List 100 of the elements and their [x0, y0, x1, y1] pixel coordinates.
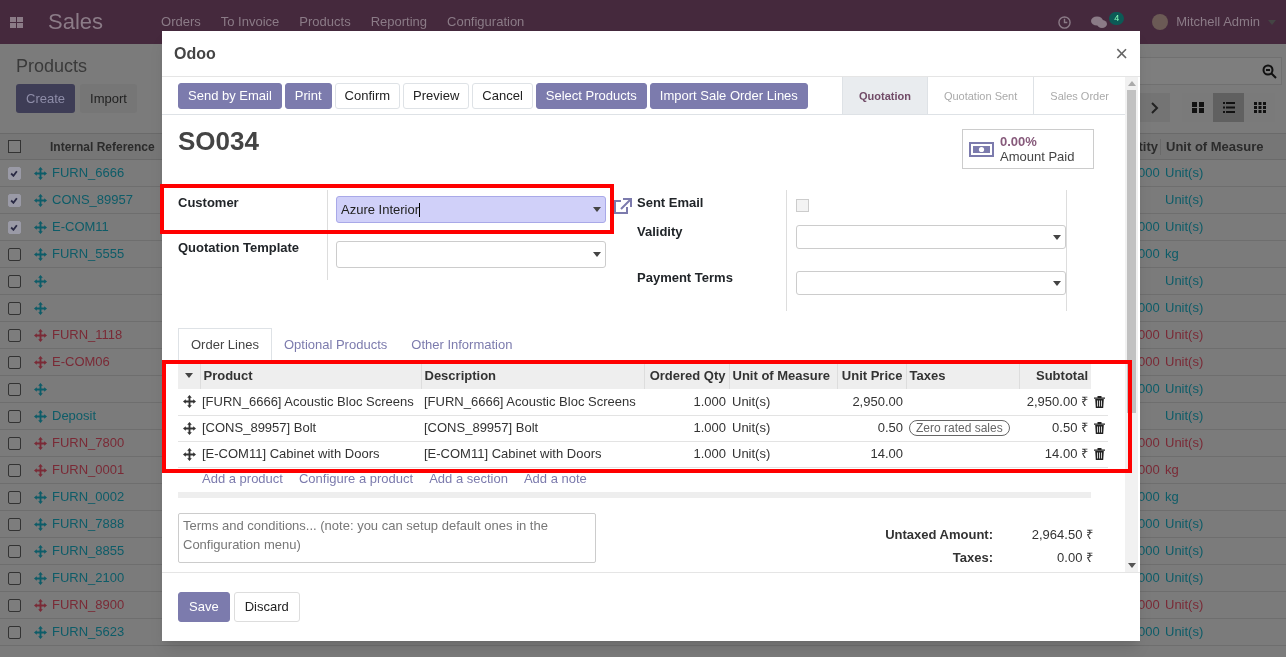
row-checkbox[interactable]	[7, 355, 21, 369]
column-header[interactable]: tity	[1138, 138, 1160, 155]
move-handle-icon[interactable]	[33, 544, 47, 558]
move-handle-icon[interactable]	[33, 625, 47, 639]
action-button[interactable]: Print	[284, 82, 332, 109]
move-handle-icon[interactable]	[33, 247, 47, 261]
user-name[interactable]: Mitchell Admin	[1176, 14, 1260, 30]
row-checkbox[interactable]	[7, 301, 21, 315]
avatar[interactable]	[1152, 14, 1169, 30]
row-checkbox[interactable]	[7, 625, 21, 639]
move-handle-icon[interactable]	[33, 463, 47, 477]
close-button[interactable]: ×	[1115, 42, 1128, 65]
move-handle-icon[interactable]	[33, 328, 47, 342]
chat-icon[interactable]	[1091, 15, 1108, 29]
add-line-link[interactable]: Add a section	[429, 470, 508, 487]
dropdown-field[interactable]	[796, 271, 1066, 295]
add-line-link[interactable]: Configure a product	[298, 470, 414, 487]
move-handle-icon[interactable]	[182, 395, 196, 409]
select-all-checkbox[interactable]	[7, 140, 21, 153]
external-link-icon[interactable]	[613, 198, 632, 215]
trash-icon[interactable]	[1094, 448, 1105, 460]
tab[interactable]: Optional Products	[271, 328, 400, 362]
move-handle-icon[interactable]	[33, 436, 47, 450]
move-handle-icon[interactable]	[33, 490, 47, 504]
menu-link[interactable]: Configuration	[447, 14, 525, 30]
action-button[interactable]: Send by Email	[178, 82, 282, 109]
scrollbar[interactable]	[1125, 77, 1138, 572]
sent-email-checkbox[interactable]	[796, 199, 809, 212]
column-header[interactable]: Taxes	[906, 362, 1019, 389]
row-checkbox[interactable]	[7, 598, 21, 612]
app-title: Sales	[48, 14, 104, 30]
row-checkbox[interactable]	[7, 247, 21, 261]
action-button[interactable]: Preview	[403, 82, 470, 109]
tab[interactable]: Other Information	[399, 328, 525, 362]
dropdown-field[interactable]: Azure Interior	[336, 196, 606, 223]
row-checkbox[interactable]	[7, 382, 21, 396]
menu-link[interactable]: Products	[299, 14, 351, 30]
status-stage[interactable]: Quotation	[841, 77, 927, 114]
row-checkbox[interactable]	[7, 220, 21, 234]
move-handle-icon[interactable]	[33, 301, 47, 315]
move-handle-icon[interactable]	[33, 598, 47, 612]
column-header[interactable]: Product	[200, 362, 421, 389]
move-handle-icon[interactable]	[182, 447, 196, 461]
scroll-up-icon[interactable]	[1127, 81, 1136, 86]
move-handle-icon[interactable]	[33, 382, 47, 396]
save-button[interactable]: Save	[178, 592, 230, 622]
action-button[interactable]: Import Sale Order Lines	[649, 82, 808, 109]
menu-link[interactable]: Reporting	[370, 14, 427, 30]
column-header[interactable]: Description	[421, 362, 644, 389]
menu-link[interactable]: Orders	[161, 14, 201, 30]
column-header[interactable]: Unit of Measure	[1160, 138, 1286, 155]
move-handle-icon[interactable]	[33, 409, 47, 423]
move-handle-icon[interactable]	[33, 193, 47, 207]
search-icon[interactable]	[1262, 63, 1277, 79]
row-checkbox[interactable]	[7, 571, 21, 585]
trash-icon[interactable]	[1094, 422, 1105, 434]
apps-grid-icon[interactable]	[10, 16, 23, 28]
move-handle-icon[interactable]	[33, 571, 47, 585]
row-checkbox[interactable]	[7, 274, 21, 288]
add-line-link[interactable]: Add a product	[202, 470, 283, 487]
terms-textarea[interactable]: Terms and conditions... (note: you can setup default ones in the Configuration menu)	[178, 512, 596, 563]
dropdown-field[interactable]	[336, 241, 606, 268]
column-header[interactable]: Internal Reference	[50, 138, 155, 155]
clock-icon[interactable]	[1058, 15, 1072, 29]
add-line-link[interactable]: Add a note	[523, 470, 587, 487]
row-checkbox[interactable]	[7, 544, 21, 558]
scrollbar-thumb[interactable]	[1127, 90, 1136, 413]
create-button[interactable]: Create	[16, 84, 76, 113]
move-handle-icon[interactable]	[182, 421, 196, 435]
row-checkbox[interactable]	[7, 166, 21, 180]
row-checkbox[interactable]	[7, 517, 21, 531]
banknote-icon	[969, 141, 994, 157]
row-checkbox[interactable]	[7, 193, 21, 207]
move-handle-icon[interactable]	[33, 517, 47, 531]
header-toggle-cell[interactable]	[178, 362, 200, 389]
amount-paid-button[interactable]: 0.00% Amount Paid	[962, 129, 1094, 169]
row-checkbox[interactable]	[7, 463, 21, 477]
move-handle-icon[interactable]	[33, 274, 47, 288]
list-view-button[interactable]	[1213, 93, 1244, 122]
move-handle-icon[interactable]	[33, 220, 47, 234]
row-checkbox[interactable]	[7, 409, 21, 423]
action-button[interactable]: Confirm	[334, 82, 401, 109]
action-button[interactable]: Cancel	[472, 82, 533, 109]
next-page-button[interactable]	[1140, 93, 1170, 122]
column-header[interactable]: Unit Price	[837, 362, 906, 389]
dropdown-field[interactable]	[796, 225, 1066, 249]
row-checkbox[interactable]	[7, 436, 21, 450]
menu-link[interactable]: To Invoice	[220, 14, 280, 30]
discard-button[interactable]: Discard	[233, 592, 300, 622]
tab[interactable]: Order Lines	[178, 328, 272, 362]
row-checkbox[interactable]	[7, 490, 21, 504]
column-header[interactable]: Unit of Measure	[729, 362, 837, 389]
action-button[interactable]: Select Products	[535, 82, 647, 109]
import-button[interactable]: Import	[80, 84, 137, 113]
move-handle-icon[interactable]	[33, 166, 47, 180]
trash-icon[interactable]	[1094, 395, 1105, 408]
row-checkbox[interactable]	[7, 328, 21, 342]
column-header[interactable]: Ordered Qty	[644, 362, 729, 389]
move-handle-icon[interactable]	[33, 355, 47, 369]
scroll-down-icon[interactable]	[1127, 563, 1136, 568]
